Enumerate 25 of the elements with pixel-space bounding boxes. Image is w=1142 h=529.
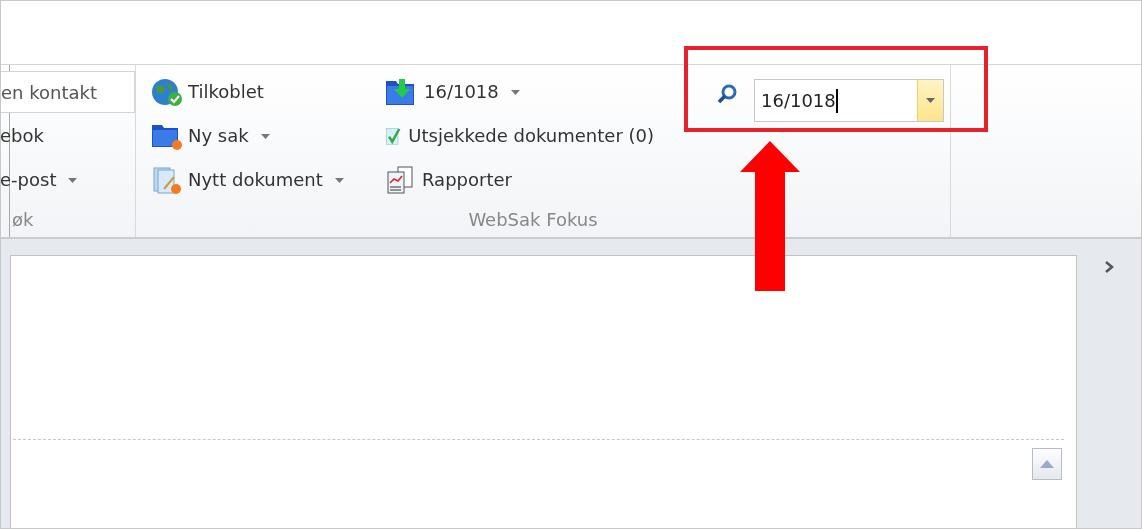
ribbon-button[interactable]: Utsjekkede dokumenter (0) [384,115,654,157]
document-icon [150,165,184,195]
scroll-up-button[interactable] [1032,448,1062,480]
globe-icon [150,77,184,107]
ribbon-dropdown-button[interactable]: Nytt dokument [150,159,380,201]
caret-icon [260,133,270,139]
expand-chevron-icon[interactable] [1104,261,1114,273]
caret-icon [510,89,520,95]
ribbon-dropdown-button[interactable]: e-post [1,159,135,201]
up-arrow-icon [1040,460,1054,468]
search-value: 16/1018 [760,87,839,115]
ribbon-dropdown-button[interactable]: Ny sak [150,115,380,157]
ribbon-dropdown-button[interactable]: 16/1018 [384,71,654,113]
search-combo-box[interactable]: 16/1018 [754,79,944,122]
ribbon-button[interactable]: Tilkoblet [150,71,380,113]
group-label: WebSak Fokus [468,208,598,232]
caret-icon [334,177,344,183]
contact-field[interactable]: en kontakt [1,71,135,113]
ribbon-button[interactable]: Rapporter [384,159,654,201]
caret-icon [926,98,935,103]
search-icon [716,83,738,105]
dropdown-arrow-button[interactable] [917,80,943,121]
caret-icon [68,177,78,183]
group-label: øk [11,208,35,232]
ribbon-button[interactable]: ebok [1,115,135,157]
